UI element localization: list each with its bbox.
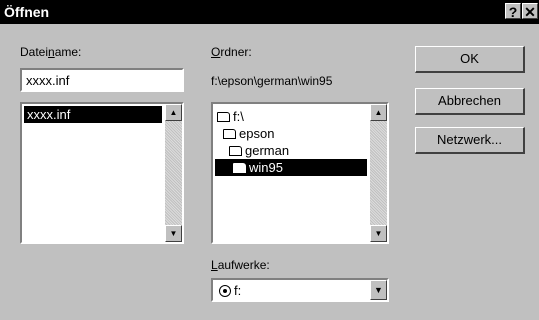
scroll-down-arrow-icon[interactable]: ▼ xyxy=(370,225,387,242)
current-path: f:\epson\german\win95 xyxy=(211,74,333,88)
folder-label: Ordner: xyxy=(211,45,252,59)
close-button[interactable]: ✕ xyxy=(522,3,538,20)
directory-item-root[interactable]: f:\ xyxy=(215,108,244,125)
open-dialog: Öffnen ? ✕ Dateiname: xxxx.inf xxxx.inf … xyxy=(0,0,539,320)
directory-item-epson[interactable]: epson xyxy=(221,125,274,142)
drive-select[interactable]: f: ▼ xyxy=(211,278,389,302)
title-bar: Öffnen ? ✕ xyxy=(0,0,539,24)
file-list[interactable]: xxxx.inf ▲ ▼ xyxy=(20,102,184,244)
file-name-input[interactable]: xxxx.inf xyxy=(20,68,184,92)
close-icon: ✕ xyxy=(524,4,536,20)
cancel-button[interactable]: Abbrechen xyxy=(415,88,525,115)
file-list-scrollbar[interactable]: ▲ ▼ xyxy=(165,104,182,242)
drive-value: f: xyxy=(234,283,242,298)
drives-label: Laufwerke: xyxy=(211,258,270,272)
directory-item-win95[interactable]: win95 xyxy=(215,159,367,176)
ok-button[interactable]: OK xyxy=(415,46,525,73)
file-name-label: Dateiname: xyxy=(20,45,82,59)
scroll-up-arrow-icon[interactable]: ▲ xyxy=(165,104,182,121)
directory-tree[interactable]: f:\ epson german win95 ▲ ▼ xyxy=(211,102,389,244)
open-folder-icon xyxy=(229,146,242,156)
chevron-down-icon[interactable]: ▼ xyxy=(370,280,387,300)
list-item[interactable]: xxxx.inf xyxy=(24,106,162,123)
help-icon: ? xyxy=(508,4,518,20)
help-button[interactable]: ? xyxy=(505,3,521,20)
directory-item-german[interactable]: german xyxy=(227,142,289,159)
scroll-down-arrow-icon[interactable]: ▼ xyxy=(165,225,182,242)
window-title: Öffnen xyxy=(4,4,50,20)
open-folder-icon xyxy=(217,112,230,122)
directory-scrollbar[interactable]: ▲ ▼ xyxy=(370,104,387,242)
scroll-up-arrow-icon[interactable]: ▲ xyxy=(370,104,387,121)
open-folder-icon xyxy=(233,163,246,173)
network-button[interactable]: Netzwerk... xyxy=(415,127,525,154)
open-folder-icon xyxy=(223,129,236,139)
disk-drive-icon xyxy=(219,285,231,297)
